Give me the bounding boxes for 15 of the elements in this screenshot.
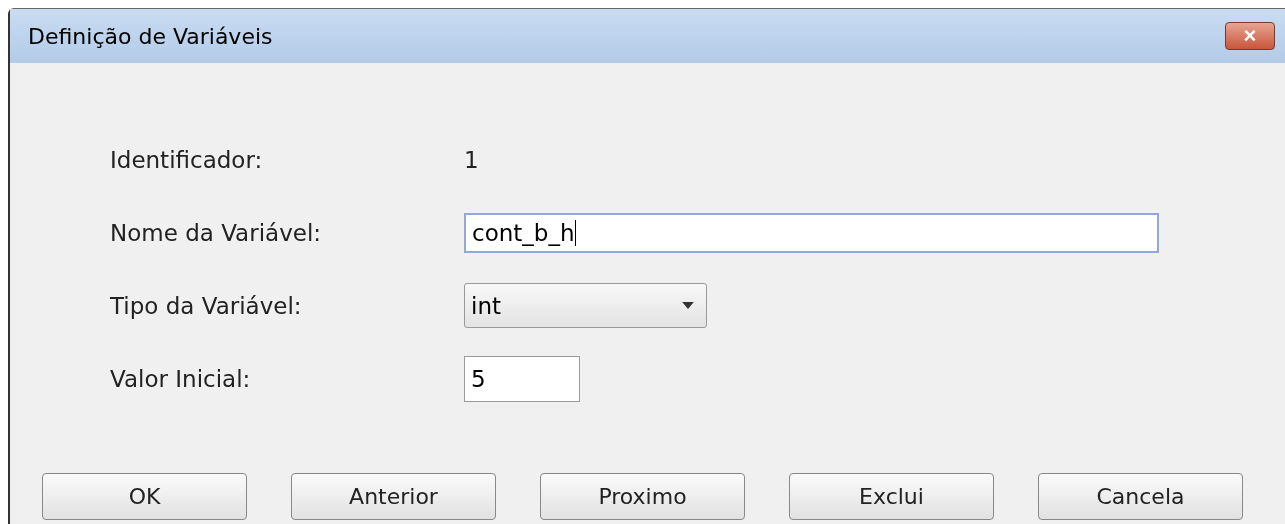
dialog-button[interactable]: OK	[42, 473, 247, 520]
initial-value-field[interactable]: 5	[464, 355, 580, 402]
field-label: Nome da Variável:	[110, 219, 323, 246]
field-label: Identificador:	[110, 146, 264, 173]
window-title: Definição de Variáveis	[28, 23, 273, 49]
field-label: Tipo da Variável:	[110, 292, 303, 319]
dialog-button[interactable]: Proximo	[540, 473, 745, 520]
dropdown-arrow-icon	[682, 302, 694, 309]
field-label: Valor Inicial:	[110, 365, 252, 392]
dialog-button[interactable]: Anterior	[291, 473, 496, 520]
dialog-button[interactable]: Exclui	[789, 473, 994, 520]
name-field[interactable]: cont_b_h	[464, 212, 1159, 253]
type-dropdown[interactable]: int	[464, 283, 707, 328]
identifier-value: 1	[464, 146, 479, 173]
dialog-button[interactable]: Cancela	[1038, 473, 1243, 520]
